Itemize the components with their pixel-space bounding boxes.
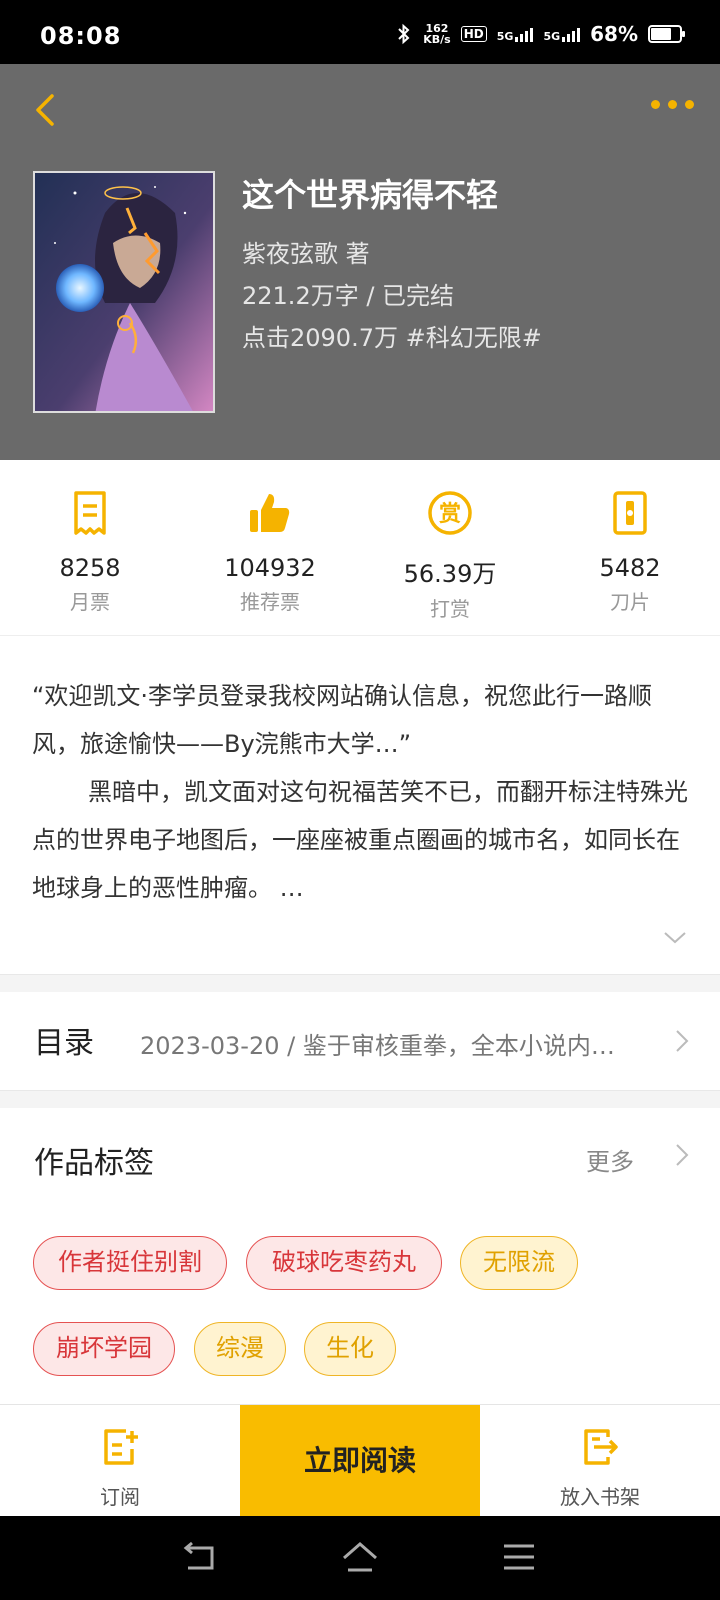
bluetooth-icon — [398, 23, 410, 45]
thumbs-up-icon — [250, 494, 290, 532]
stat-monthly-ticket[interactable]: 8258 月票 — [0, 460, 180, 635]
book-title: 这个世界病得不轻 — [242, 176, 499, 214]
tags-header: 作品标签 更多 — [0, 1108, 720, 1198]
section-divider — [0, 1090, 720, 1108]
bottom-action-bar: 订阅 立即阅读 放入书架 — [0, 1404, 720, 1517]
catalog-row[interactable]: 目录 2023-03-20 / 鉴于审核重拳，全本小说内… — [0, 994, 720, 1090]
tags-title: 作品标签 — [34, 1146, 154, 1181]
system-nav-bar — [0, 1516, 720, 1600]
intro-paragraph: “欢迎凯文·李学员登录我校网站确认信息，祝您此行一路顺风，旅途愉快——By浣熊市… — [32, 682, 653, 758]
net-speed: 162 KB/s — [423, 22, 451, 46]
back-nav-icon[interactable] — [180, 1540, 220, 1576]
add-to-shelf-label: 放入书架 — [560, 1485, 640, 1509]
stat-blade[interactable]: 5482 刀片 — [540, 460, 720, 635]
subscribe-button[interactable]: 订阅 — [0, 1405, 240, 1517]
stats-row: 8258 月票 104932 推荐票 赏 56.39万 打赏 5482 刀片 — [0, 460, 720, 636]
tag-chip[interactable]: 破球吃枣药丸 — [246, 1236, 442, 1290]
book-word-count-status: 221.2万字 / 已完结 — [242, 282, 455, 310]
section-divider — [0, 974, 720, 992]
add-to-shelf-button[interactable]: 放入书架 — [480, 1405, 720, 1517]
stat-value: 8258 — [59, 554, 121, 582]
menu-nav-icon[interactable] — [500, 1540, 540, 1576]
svg-text:赏: 赏 — [439, 502, 461, 527]
blade-icon — [613, 491, 647, 535]
stat-label: 刀片 — [610, 590, 650, 614]
chevron-down-icon[interactable] — [662, 930, 688, 946]
tags-more-link[interactable]: 更多 — [586, 1142, 634, 1177]
subscribe-icon — [104, 1429, 138, 1465]
latest-chapter: 2023-03-20 / 鉴于审核重拳，全本小说内… — [140, 1032, 615, 1060]
book-header: 这个世界病得不轻 紫夜弦歌 著 221.2万字 / 已完结 点击2090.7万 … — [0, 64, 720, 460]
monthly-ticket-icon — [74, 491, 106, 535]
back-arrow-icon[interactable] — [28, 88, 68, 132]
read-now-button[interactable]: 立即阅读 — [240, 1405, 480, 1517]
add-to-shelf-icon — [584, 1429, 618, 1465]
tag-chip[interactable]: 生化 — [304, 1322, 396, 1376]
status-bar: 08:08 162 KB/s HD 5G 5G 68% — [0, 0, 720, 64]
stat-recommend-ticket[interactable]: 104932 推荐票 — [180, 460, 360, 635]
status-icons: 162 KB/s HD 5G 5G 68% — [395, 22, 685, 46]
stat-value: 56.39万 — [403, 560, 497, 588]
tag-chip[interactable]: 作者挺住别割 — [33, 1236, 227, 1290]
stat-value: 5482 — [599, 554, 661, 582]
stat-label: 推荐票 — [240, 590, 300, 614]
chevron-right-icon[interactable] — [674, 1142, 690, 1168]
stat-label: 月票 — [70, 590, 110, 614]
stat-label: 打赏 — [430, 597, 470, 621]
signal-bars-icon — [515, 26, 534, 42]
signal-1: 5G — [497, 26, 534, 42]
battery-percent: 68% — [590, 22, 638, 46]
signal-bars-icon — [562, 26, 581, 42]
book-author[interactable]: 紫夜弦歌 著 — [242, 234, 370, 269]
stat-value: 104932 — [224, 554, 316, 582]
book-cover — [33, 171, 215, 413]
tag-chip[interactable]: 崩坏学园 — [33, 1322, 175, 1376]
more-options-icon[interactable] — [651, 100, 694, 109]
reward-icon: 赏 — [428, 491, 472, 535]
signal-2: 5G — [543, 26, 581, 42]
hd-badge: HD — [460, 26, 487, 42]
battery-icon — [648, 25, 685, 43]
status-time: 08:08 — [40, 22, 122, 50]
book-intro[interactable]: “欢迎凯文·李学员登录我校网站确认信息，祝您此行一路顺风，旅途愉快——By浣熊市… — [32, 672, 692, 912]
tag-chip[interactable]: 无限流 — [460, 1236, 578, 1290]
intro-paragraph: 黑暗中，凯文面对这句祝福苦笑不已，而翻开标注特殊光点的世界电子地图后，一座座被重… — [32, 778, 688, 902]
book-clicks-genre: 点击2090.7万 #科幻无限# — [242, 324, 542, 352]
chevron-right-icon — [676, 1030, 689, 1052]
tag-chip[interactable]: 综漫 — [194, 1322, 286, 1376]
subscribe-label: 订阅 — [100, 1485, 140, 1509]
catalog-title: 目录 — [34, 1026, 94, 1061]
home-nav-icon[interactable] — [340, 1540, 380, 1576]
stat-reward[interactable]: 赏 56.39万 打赏 — [360, 460, 540, 635]
